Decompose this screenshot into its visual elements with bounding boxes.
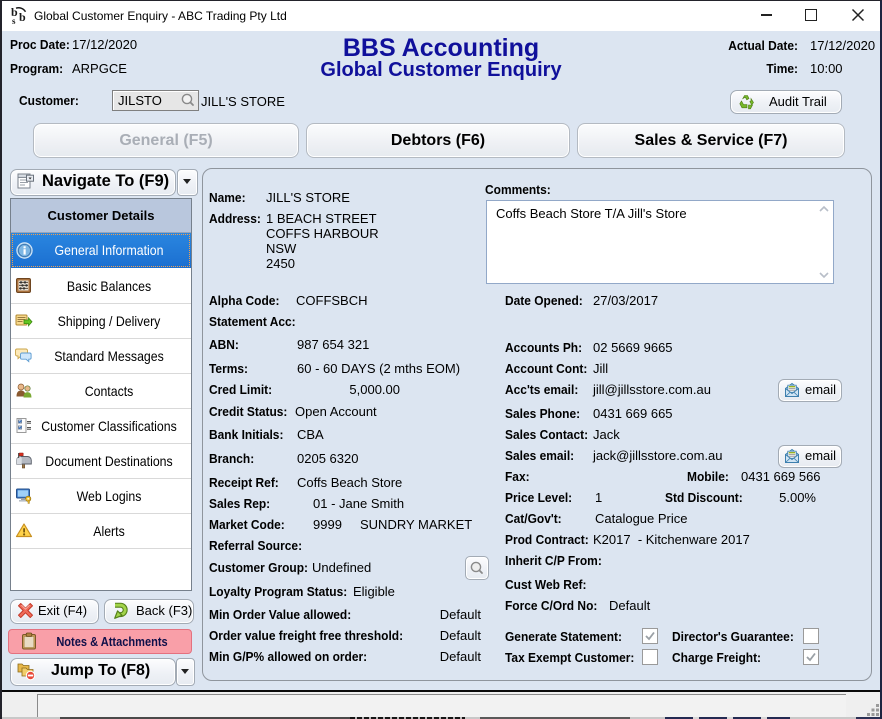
svg-text:s: s <box>12 16 16 26</box>
